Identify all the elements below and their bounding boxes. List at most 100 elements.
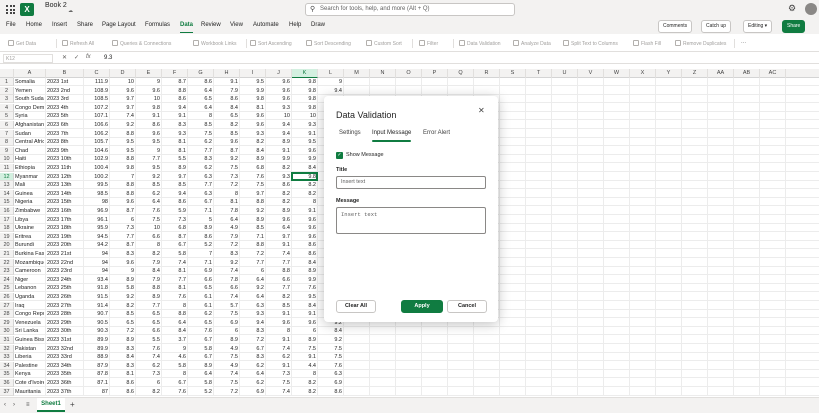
cell[interactable]: 8.9 [189, 362, 212, 370]
cell[interactable]: 2023 6th [47, 121, 82, 129]
ribbon-analyze-data[interactable]: Analyze Data [513, 40, 551, 47]
column-header-i[interactable]: I [240, 69, 266, 78]
row-header[interactable]: 13 [0, 181, 14, 190]
cell[interactable]: 5.2 [189, 241, 212, 249]
cell[interactable]: 9.2 [111, 293, 134, 301]
row-header[interactable]: 6 [0, 121, 14, 129]
cell[interactable]: 9.3 [267, 104, 290, 112]
cell[interactable]: 7.4 [163, 259, 186, 267]
cell[interactable]: 6.3 [319, 370, 342, 378]
cell[interactable]: 5.8 [163, 362, 186, 370]
cell[interactable]: 99.5 [85, 181, 108, 189]
tab-page-layout[interactable]: Page Layout [102, 22, 136, 28]
cell[interactable]: 2023 7th [47, 130, 82, 138]
cell[interactable]: 9.6 [111, 87, 134, 95]
row-header[interactable]: 33 [0, 353, 14, 362]
cell[interactable]: 106.2 [85, 130, 108, 138]
cell[interactable]: 8.5 [163, 181, 186, 189]
app-launcher-icon[interactable] [6, 5, 15, 14]
cell[interactable]: 107.2 [85, 104, 108, 112]
cell[interactable]: 8.2 [293, 181, 316, 189]
cell[interactable]: 7.4 [215, 293, 238, 301]
cell[interactable]: 6 [241, 267, 264, 275]
cell[interactable]: 8 [163, 302, 186, 310]
cell[interactable]: 87.8 [85, 370, 108, 378]
cell[interactable]: 2023 12th [47, 173, 82, 181]
cell[interactable]: 9.7 [241, 190, 264, 198]
cell[interactable]: 8.8 [137, 284, 160, 292]
cell[interactable]: 9.4 [163, 104, 186, 112]
cell[interactable]: 9.3 [241, 310, 264, 318]
cell[interactable]: 5.8 [189, 345, 212, 353]
cell[interactable]: 6.5 [189, 95, 212, 103]
comments-button[interactable]: Comments [658, 20, 693, 33]
column-header-z[interactable]: Z [682, 69, 708, 78]
cell[interactable]: 7.4 [215, 267, 238, 275]
cell[interactable]: 6.2 [137, 190, 160, 198]
cell[interactable]: 7.5 [189, 130, 212, 138]
cell[interactable]: 6.5 [137, 319, 160, 327]
cell[interactable]: 9.3 [267, 173, 290, 181]
formula-value[interactable]: 9.3 [104, 55, 112, 61]
cell[interactable]: 2023 30th [47, 327, 82, 335]
row-header[interactable]: 9 [0, 146, 14, 155]
ribbon-queries-connections[interactable]: Queries & Connections [112, 40, 171, 47]
cell[interactable]: 2023 5th [47, 112, 82, 120]
cell[interactable]: 9.2 [319, 336, 342, 344]
cell[interactable]: 9.6 [293, 224, 316, 232]
cell[interactable]: 8.6 [189, 78, 212, 86]
ribbon-flash-fill[interactable]: Flash Fill [633, 40, 661, 47]
cell[interactable]: 95.9 [85, 224, 108, 232]
row-header[interactable]: 21 [0, 250, 14, 258]
cell[interactable]: 6.9 [215, 319, 238, 327]
cell[interactable]: 9.1 [293, 207, 316, 215]
cell[interactable]: 8.7 [111, 241, 134, 249]
cell[interactable]: 8.8 [267, 267, 290, 275]
cell[interactable]: 4.4 [293, 362, 316, 370]
cell[interactable]: 8.6 [267, 181, 290, 189]
cell[interactable]: 9.6 [267, 87, 290, 95]
show-message-checkbox[interactable]: ✓ [336, 152, 343, 159]
cell[interactable]: Congo Democratic Republic [15, 104, 44, 112]
cell[interactable]: 9 [319, 78, 342, 86]
cell[interactable]: 8.8 [163, 310, 186, 318]
cell[interactable]: 7.8 [215, 207, 238, 215]
cell[interactable]: 9.3 [241, 130, 264, 138]
all-sheets-icon[interactable]: ≡ [26, 402, 30, 408]
cell[interactable]: 8.6 [111, 388, 134, 396]
cell[interactable]: 7.7 [267, 259, 290, 267]
cell[interactable]: 9.8 [137, 104, 160, 112]
cell[interactable]: 7.3 [267, 370, 290, 378]
row-header[interactable]: 37 [0, 387, 14, 396]
cell[interactable]: Libya [15, 216, 44, 224]
row-header[interactable]: 25 [0, 284, 14, 293]
cell[interactable]: 9.1 [267, 310, 290, 318]
tab-automate[interactable]: Automate [253, 22, 279, 28]
cell[interactable]: 9.3 [293, 121, 316, 129]
message-field[interactable]: Insert text [336, 207, 486, 234]
cell[interactable]: 9.2 [137, 173, 160, 181]
cell[interactable]: 7.2 [215, 181, 238, 189]
cell[interactable]: 9.1 [215, 78, 238, 86]
cell[interactable]: 9.1 [293, 310, 316, 318]
cell[interactable]: 9.1 [293, 353, 316, 361]
cell[interactable]: 7.5 [215, 164, 238, 172]
column-header-x[interactable]: X [630, 69, 656, 78]
cell[interactable]: South Sudan [15, 95, 44, 103]
ribbon-filter[interactable]: Filter [419, 40, 438, 47]
cell[interactable]: 7.5 [319, 345, 342, 353]
cell[interactable]: 9.8 [293, 78, 316, 86]
cell[interactable]: 6.2 [267, 353, 290, 361]
cell[interactable]: 6.6 [267, 276, 290, 284]
cell[interactable]: 6.3 [189, 190, 212, 198]
cell[interactable]: 6.5 [137, 310, 160, 318]
cell[interactable]: 6.4 [241, 293, 264, 301]
cell[interactable]: 8.9 [215, 336, 238, 344]
cell[interactable]: 6.2 [189, 310, 212, 318]
cell[interactable]: 7.6 [293, 284, 316, 292]
cell[interactable]: 9.4 [163, 190, 186, 198]
cell[interactable]: 7.1 [189, 207, 212, 215]
cell[interactable]: 10 [267, 112, 290, 120]
cell[interactable]: 8.4 [319, 327, 342, 335]
row-header[interactable]: 23 [0, 267, 14, 276]
